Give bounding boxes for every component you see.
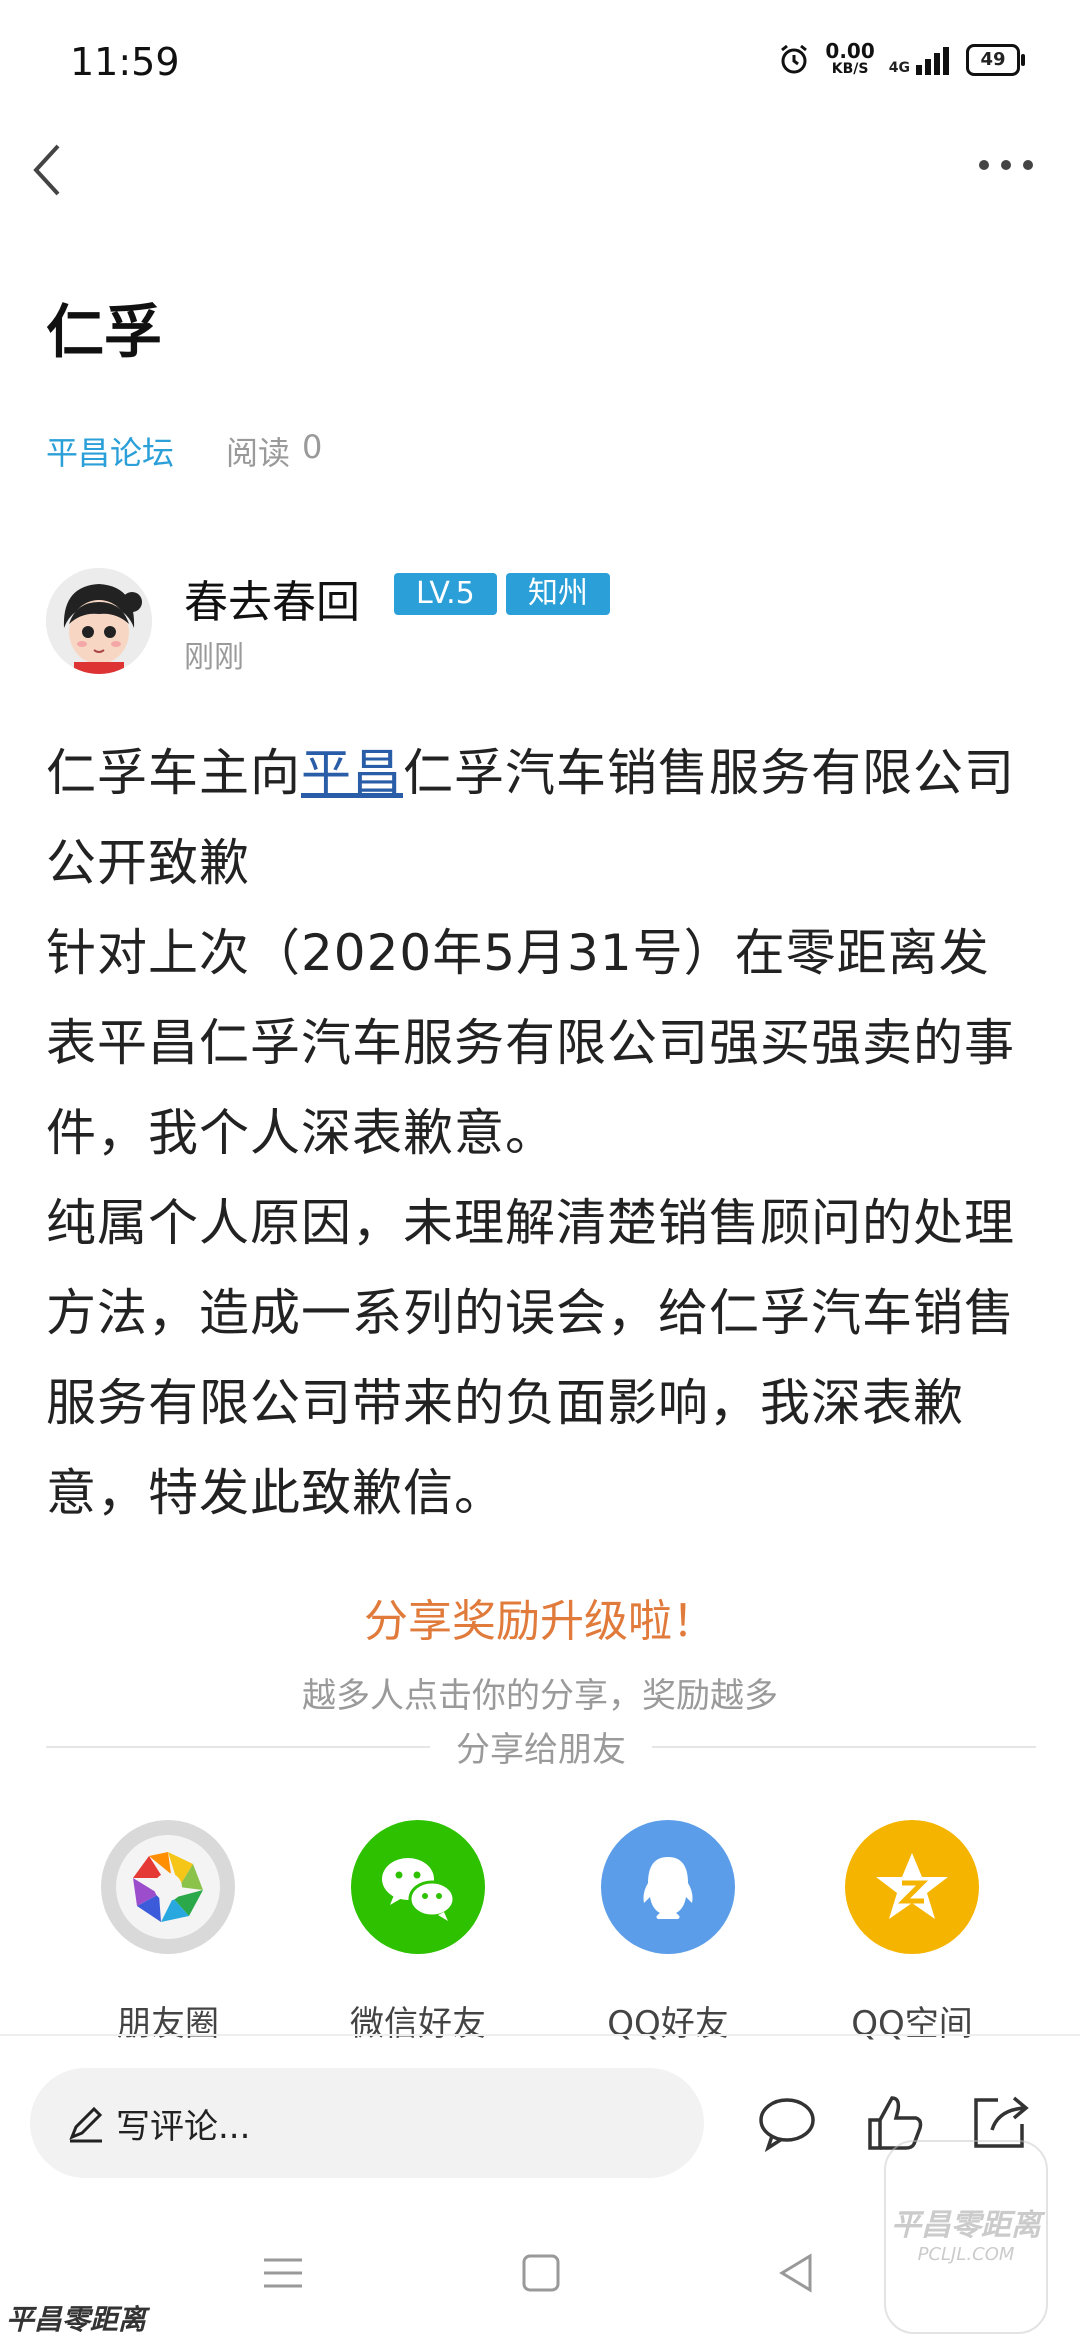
watermark-badge-title: 平昌零距离: [891, 2208, 1041, 2243]
rank-badge: 知州: [506, 573, 610, 615]
network-speed: 0.00 KB/S: [825, 41, 874, 78]
divider-line: [46, 1745, 430, 1748]
network-speed-unit: KB/S: [831, 61, 869, 77]
back-nav-icon[interactable]: [774, 2250, 820, 2296]
avatar-image: [46, 568, 152, 674]
status-icons: 0.00 KB/S 4G 49: [777, 41, 1025, 78]
post-body-paragraph: 仁孚车主向平昌仁孚汽车销售服务有限公司公开致歉: [46, 728, 1036, 908]
location-link[interactable]: 平昌: [301, 744, 403, 802]
bottom-bar-divider: [0, 2034, 1080, 2036]
divider-line: [652, 1745, 1036, 1748]
share-divider: 分享给朋友: [46, 1722, 1036, 1771]
share-moments[interactable]: 朋友圈: [58, 1820, 278, 2045]
share-promo-subtitle: 越多人点击你的分享，奖励越多: [302, 1676, 778, 1716]
body-text: 仁孚车主向: [46, 744, 301, 802]
post-body-paragraph: 针对上次（2020年5月31号）在零距离发表平昌仁孚汽车服务有限公司强买强卖的事…: [46, 924, 1015, 1162]
share-promo-title: 分享奖励升级啦！: [364, 1596, 716, 1647]
level-badge: LV.5: [394, 573, 497, 615]
battery-indicator: 49: [966, 44, 1025, 76]
author-name[interactable]: 春去春回: [184, 566, 360, 630]
avatar[interactable]: [46, 568, 152, 674]
comment-icon[interactable]: [756, 2092, 818, 2154]
post-title: 仁孚: [46, 298, 163, 366]
share-label: 微信好友: [350, 2004, 486, 2044]
share-label: QQ好友: [607, 2004, 729, 2044]
read-count-value: 0: [302, 428, 323, 466]
forum-link[interactable]: 平昌论坛: [46, 428, 174, 474]
share-label: QQ空间: [851, 2004, 973, 2044]
signal-icon: [916, 47, 949, 75]
comment-placeholder: 写评论...: [116, 2106, 251, 2147]
back-icon[interactable]: [28, 140, 68, 200]
network-type: 4G: [888, 60, 910, 76]
more-options-icon[interactable]: [976, 155, 1036, 175]
watermark-badge: 平昌零距离 PCLJL.COM: [884, 2140, 1048, 2334]
read-count-label: 阅读: [226, 434, 291, 472]
signal-indicator: 4G: [889, 45, 952, 75]
post-body-paragraph: 纯属个人原因，未理解清楚销售顾问的处理方法，造成一系列的误会，给仁孚汽车销售服务…: [46, 1194, 1015, 1522]
comment-input[interactable]: 写评论...: [30, 2068, 704, 2178]
home-icon[interactable]: [518, 2250, 564, 2296]
status-time: 11:59: [70, 40, 180, 84]
share-qq[interactable]: QQ好友: [558, 1820, 778, 2045]
menu-icon[interactable]: [260, 2250, 306, 2296]
share-qzone[interactable]: QQ空间: [802, 1820, 1022, 2045]
qzone-icon: [845, 1820, 979, 1954]
share-wechat[interactable]: 微信好友: [308, 1820, 528, 2045]
share-divider-label: 分享给朋友: [456, 1730, 626, 1770]
wechat-icon: [351, 1820, 485, 1954]
watermark-badge-domain: PCLJL.COM: [917, 2244, 1015, 2265]
read-count: 阅读 0: [226, 428, 322, 474]
share-label: 朋友圈: [117, 2004, 219, 2044]
watermark-logo: 平昌零距离: [6, 2303, 147, 2336]
qq-icon: [601, 1820, 735, 1954]
post-time: 刚刚: [184, 640, 244, 675]
post-body: 仁孚车主向平昌仁孚汽车销售服务有限公司公开致歉 针对上次（2020年5月31号）…: [46, 728, 1036, 1538]
pen-icon: [69, 2106, 103, 2143]
moments-icon: [101, 1820, 235, 1954]
alarm-icon: [781, 44, 808, 74]
